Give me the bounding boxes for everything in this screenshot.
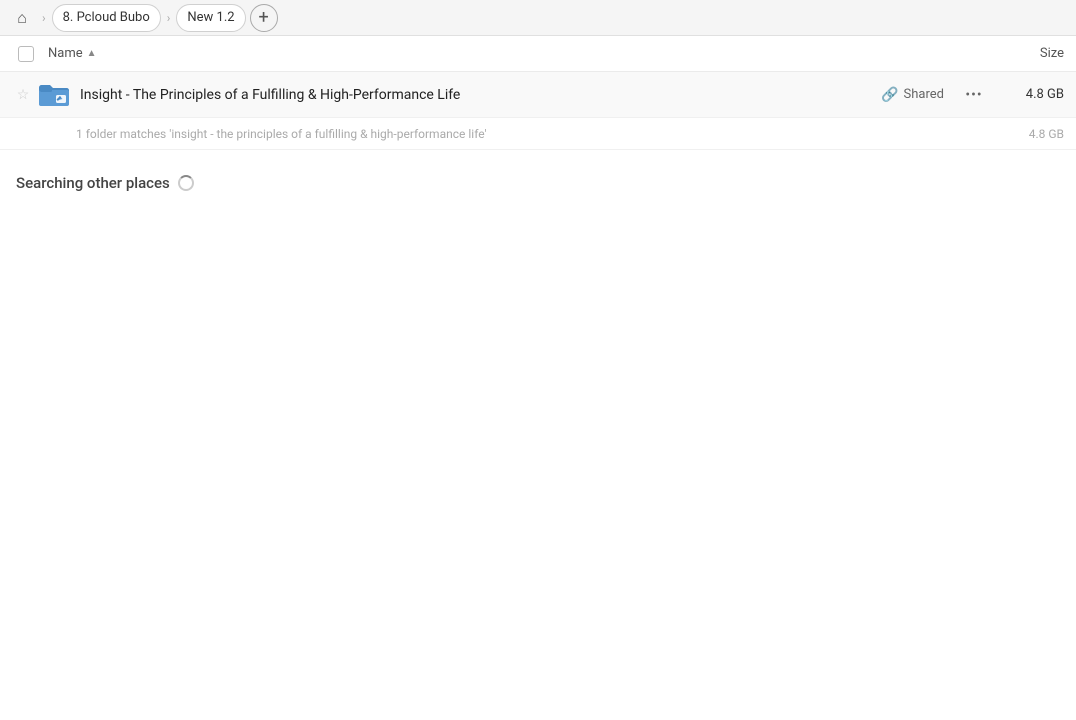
file-row[interactable]: ☆ Insight - The Principles of a Fulfilli… xyxy=(0,72,1076,118)
file-size-label: 4.8 GB xyxy=(1004,87,1064,102)
select-all-checkbox[interactable] xyxy=(18,46,34,62)
star-icon: ☆ xyxy=(17,87,30,103)
more-icon: ••• xyxy=(965,87,982,103)
breadcrumb-bar: ⌂ › 8. Pcloud Bubo › New 1.2 + xyxy=(0,0,1076,36)
size-header-label: Size xyxy=(1040,46,1064,61)
sort-arrow-icon: ▲ xyxy=(87,48,97,59)
breadcrumb-separator-1: › xyxy=(42,11,46,25)
column-size-header: Size xyxy=(984,46,1064,61)
breadcrumb-label-new12: New 1.2 xyxy=(187,10,234,25)
loading-spinner xyxy=(178,175,194,191)
file-name-label: Insight - The Principles of a Fulfilling… xyxy=(80,87,881,103)
add-tab-button[interactable]: + xyxy=(250,4,278,32)
breadcrumb-item-pcloud[interactable]: 8. Pcloud Bubo xyxy=(52,4,161,32)
home-button[interactable]: ⌂ xyxy=(8,4,36,32)
add-icon: + xyxy=(258,9,268,27)
folder-svg xyxy=(39,83,69,107)
more-options-button[interactable]: ••• xyxy=(960,81,988,109)
link-icon: 🔗 xyxy=(881,87,898,103)
searching-section: Searching other places xyxy=(0,150,1076,204)
folder-icon xyxy=(38,79,70,111)
match-info-size: 4.8 GB xyxy=(1004,127,1064,141)
breadcrumb-separator-2: › xyxy=(167,11,171,25)
shared-badge: 🔗 Shared xyxy=(881,87,944,103)
match-info-row: 1 folder matches 'insight - the principl… xyxy=(0,118,1076,150)
searching-label: Searching other places xyxy=(16,174,170,192)
home-icon: ⌂ xyxy=(17,8,27,28)
match-info-text: 1 folder matches 'insight - the principl… xyxy=(76,127,1004,141)
column-header-row: Name ▲ Size xyxy=(0,36,1076,72)
star-button[interactable]: ☆ xyxy=(12,87,34,103)
breadcrumb-label-pcloud: 8. Pcloud Bubo xyxy=(63,10,150,25)
name-header-label: Name xyxy=(48,46,83,61)
breadcrumb-item-new12[interactable]: New 1.2 xyxy=(176,4,245,32)
shared-label: Shared xyxy=(904,87,944,102)
column-name-header[interactable]: Name ▲ xyxy=(48,46,984,61)
header-checkbox-container xyxy=(12,46,40,62)
